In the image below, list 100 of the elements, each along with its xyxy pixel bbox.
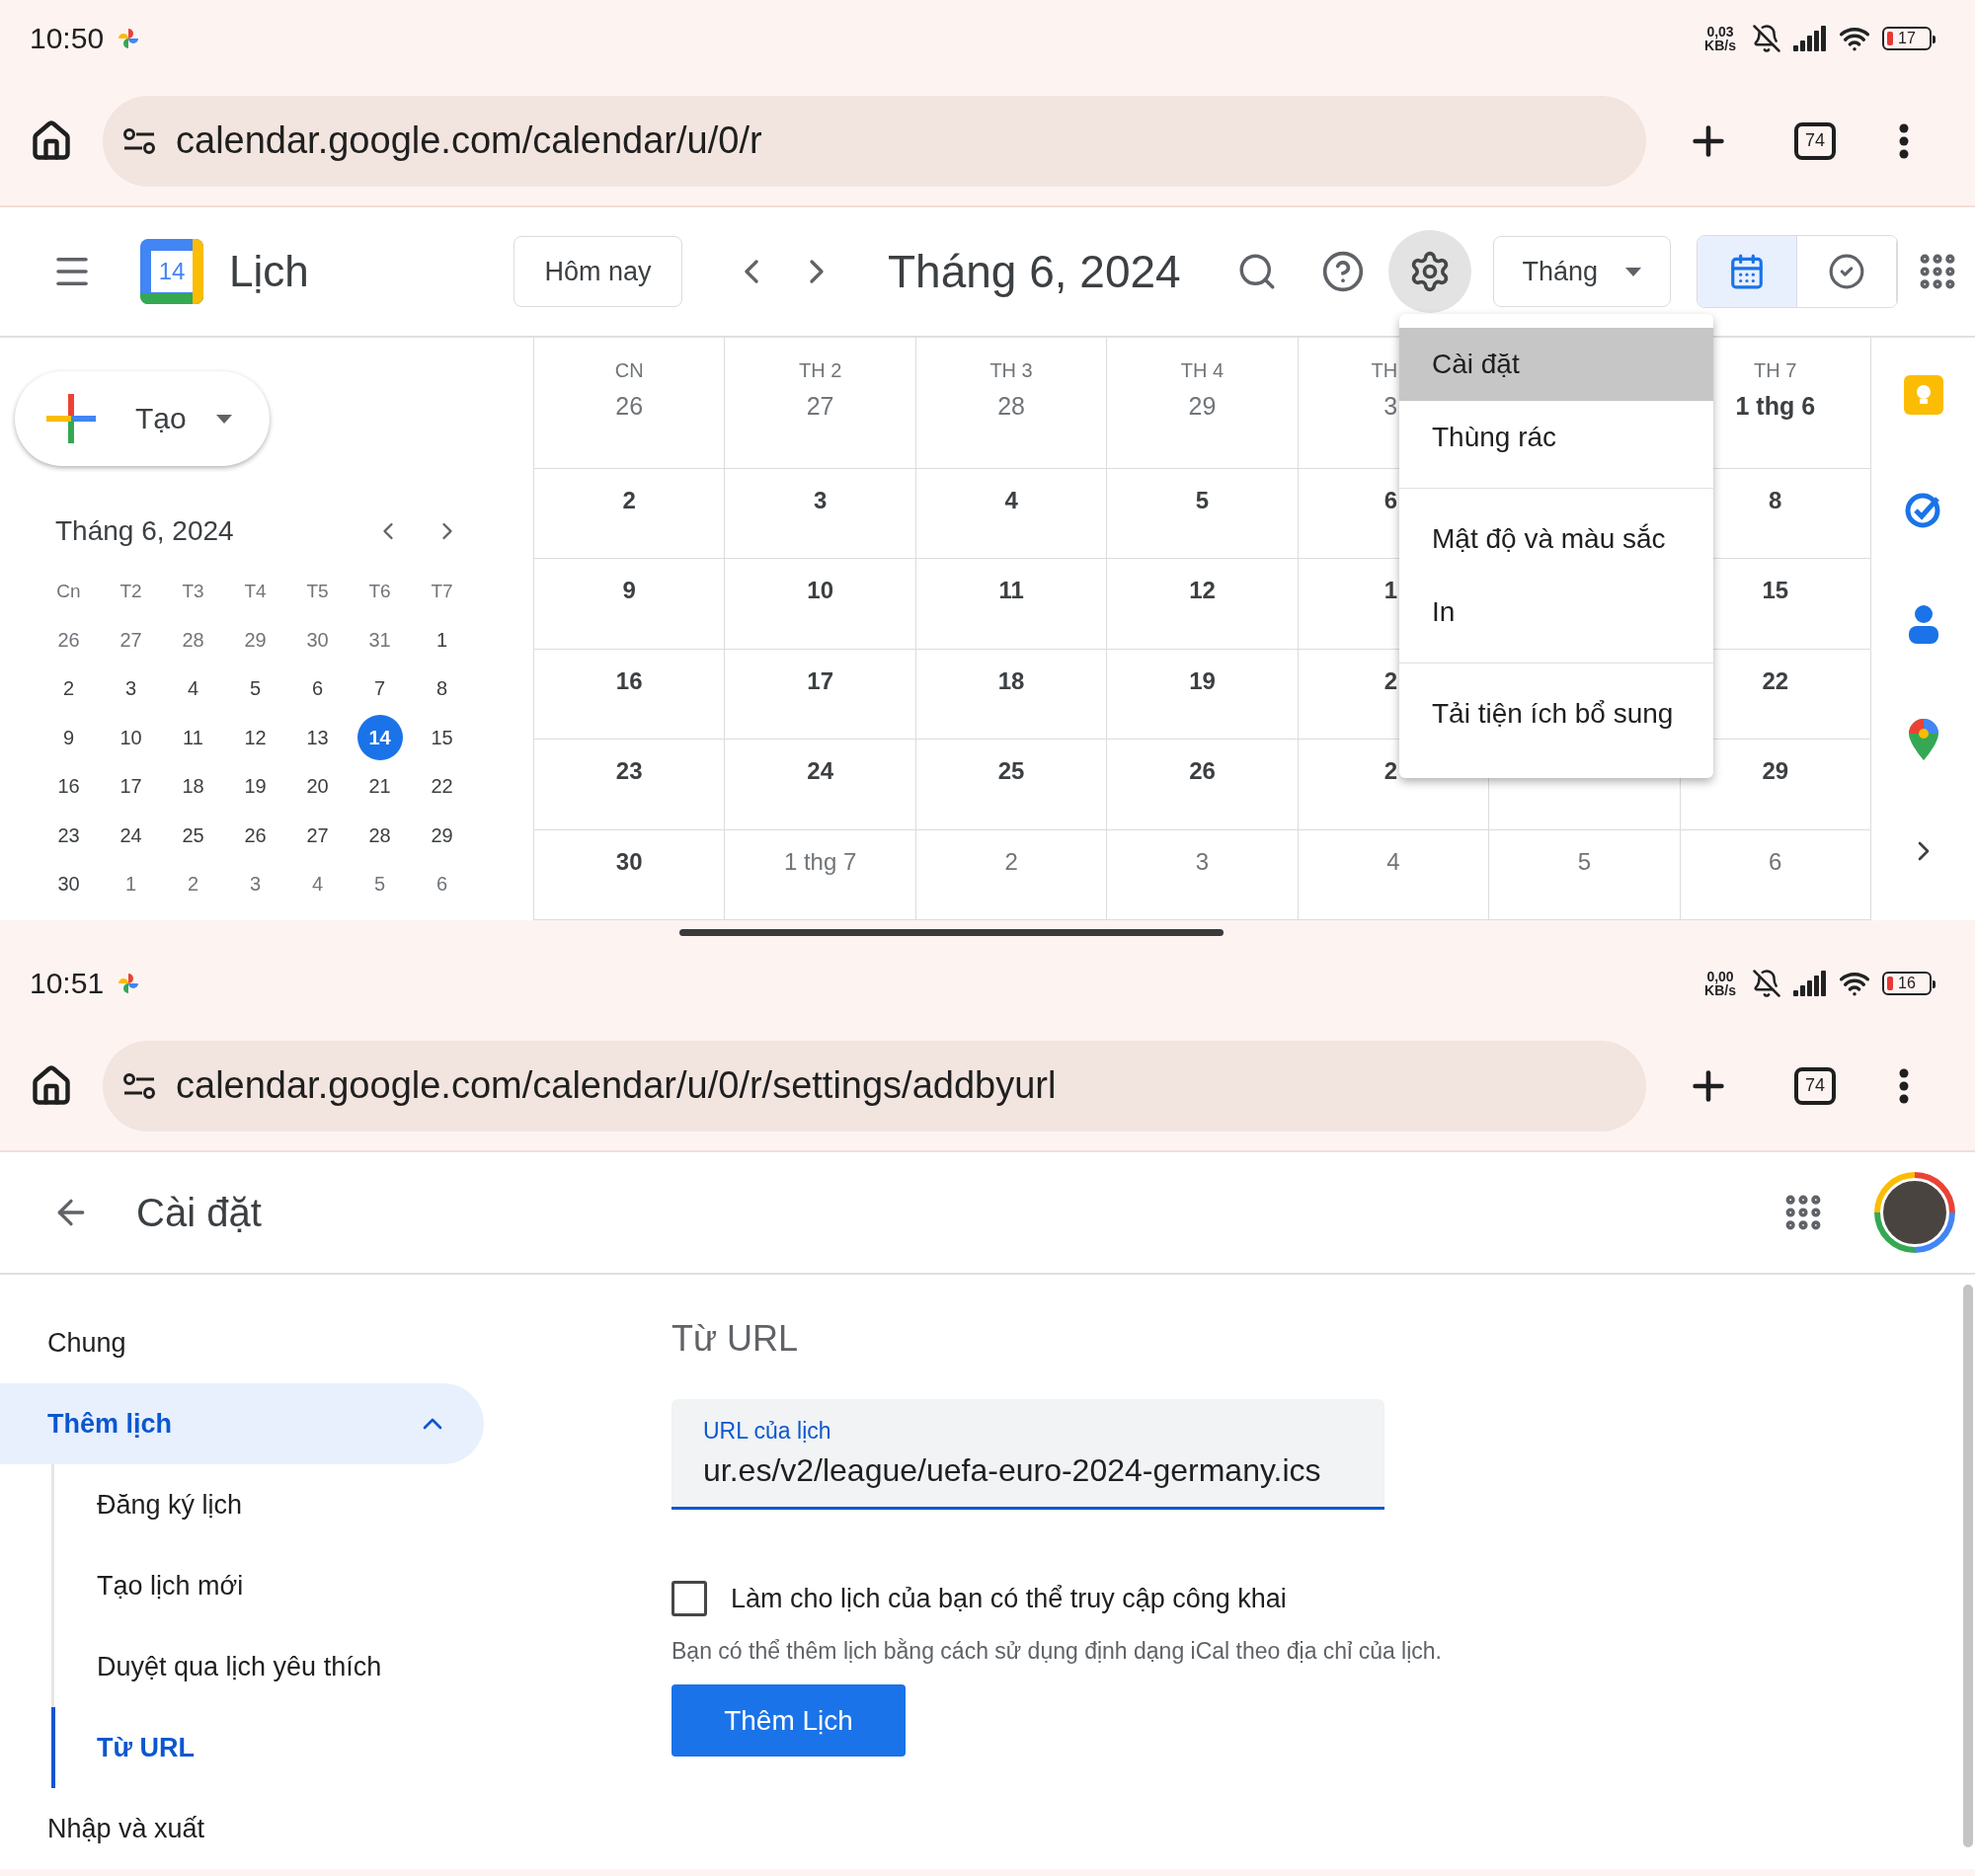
weekday-label: TH 4 — [1180, 359, 1224, 382]
mute-icon — [1752, 23, 1781, 53]
more-menu-button[interactable] — [1899, 122, 1909, 159]
sidebar-subitem[interactable]: Đăng ký lịch — [51, 1464, 484, 1545]
sidebar-item[interactable]: Nhập và xuất — [0, 1788, 484, 1869]
mini-calendar-day[interactable]: 1 — [419, 617, 465, 664]
day-number: 4 — [1004, 487, 1018, 514]
create-button[interactable]: Tạo — [15, 371, 270, 466]
menu-item[interactable]: Cài đặt — [1399, 328, 1713, 401]
check-circle-icon — [1827, 253, 1865, 290]
tab-count-button[interactable]: 74 — [1794, 121, 1836, 160]
mini-calendar-day[interactable]: 5 — [232, 665, 278, 712]
view-dropdown[interactable]: Tháng — [1492, 236, 1671, 307]
menu-item[interactable]: Thùng rác — [1399, 401, 1713, 474]
mini-calendar-day[interactable]: 10 — [108, 715, 154, 761]
day-number: 12 — [1189, 577, 1216, 605]
mini-calendar-day[interactable]: 5 — [356, 861, 403, 907]
calendar-view-toggle[interactable] — [1697, 236, 1797, 307]
home-button[interactable] — [30, 1063, 73, 1108]
mini-calendar-day[interactable]: 3 — [232, 861, 278, 907]
mini-calendar-day[interactable]: 8 — [419, 665, 465, 712]
mini-calendar-day[interactable]: 15 — [419, 715, 465, 761]
mini-calendar-day[interactable]: 20 — [294, 763, 341, 810]
mini-calendar-day[interactable]: 6 — [294, 665, 341, 712]
day-number: 26 — [615, 392, 644, 421]
weekday-label: Cn — [56, 580, 81, 602]
day-number: 3 — [1195, 847, 1210, 876]
mini-calendar-day[interactable]: 26 — [232, 813, 278, 859]
map-pin-icon[interactable] — [1908, 719, 1938, 760]
mini-calendar-day[interactable]: 18 — [170, 763, 216, 810]
weekday-label: CN — [614, 359, 644, 382]
weekday-label: TH 2 — [798, 359, 842, 382]
weekday-label: TH 3 — [989, 359, 1033, 382]
mini-calendar-day[interactable]: 4 — [294, 861, 341, 907]
weekday-label: T6 — [368, 580, 391, 602]
home-button[interactable] — [30, 118, 73, 163]
mini-calendar-day[interactable]: 2 — [45, 665, 92, 712]
mini-calendar-day[interactable]: 27 — [294, 813, 341, 859]
mini-calendar-day[interactable]: 13 — [294, 715, 341, 761]
mini-calendar-day[interactable]: 26 — [45, 617, 92, 664]
mini-calendar-day[interactable]: 30 — [45, 861, 92, 907]
caret-icon — [1624, 267, 1641, 276]
mini-calendar-day[interactable]: 12 — [232, 715, 278, 761]
address-bar[interactable]: calendar.google.com/calendar/u/0/r — [103, 95, 1646, 187]
mini-calendar-day[interactable]: 4 — [170, 665, 216, 712]
sidebar-subitem[interactable]: Từ URL — [51, 1707, 484, 1788]
mini-calendar-day[interactable]: 21 — [356, 763, 403, 810]
sidebar-subitem[interactable]: Duyệt qua lịch yêu thích — [51, 1626, 484, 1707]
day-number: 1 thg 6 — [1735, 392, 1816, 421]
day-number: 19 — [1189, 666, 1216, 695]
url-field[interactable]: URL của lịch ur.es/v2/league/uefa-euro-2024-germany.ics — [672, 1399, 1384, 1510]
menu-item[interactable]: Mật độ và màu sắc — [1399, 503, 1713, 576]
mini-calendar-day[interactable]: 1 — [108, 861, 154, 907]
add-calendar-button[interactable]: Thêm Lịch — [672, 1684, 906, 1757]
menu-item[interactable]: Tải tiện ích bổ sung — [1399, 677, 1713, 750]
mini-calendar-day[interactable]: 23 — [45, 813, 92, 859]
day-number: 3 — [813, 487, 828, 514]
menu-item[interactable]: In — [1399, 576, 1713, 649]
mini-calendar-day[interactable]: 30 — [294, 617, 341, 664]
scrollbar[interactable] — [1963, 1285, 1973, 1847]
mini-calendar-day[interactable]: 7 — [356, 665, 403, 712]
mini-calendar-day[interactable]: 9 — [45, 715, 92, 761]
mini-calendar-day[interactable]: 22 — [419, 763, 465, 810]
person-icon[interactable] — [1906, 604, 1940, 644]
mini-calendar-day[interactable]: 28 — [356, 813, 403, 859]
network-speed: 0,00 KB/s — [1703, 969, 1737, 997]
site-settings-icon — [122, 126, 156, 155]
mini-calendar-day[interactable]: 19 — [232, 763, 278, 810]
day-number: 30 — [615, 847, 643, 876]
sidebar-item[interactable]: Chung — [0, 1302, 484, 1383]
more-menu-button[interactable] — [1899, 1067, 1909, 1104]
sidebar-item[interactable]: Thêm lịch — [0, 1383, 484, 1464]
day-number: 3 — [1383, 392, 1398, 421]
mini-calendar-day[interactable]: 6 — [419, 861, 465, 907]
mini-calendar-day[interactable]: 25 — [170, 813, 216, 859]
mini-calendar-day[interactable]: 17 — [108, 763, 154, 810]
address-bar[interactable]: calendar.google.com/calendar/u/0/r/settings/addbyurl — [103, 1040, 1646, 1132]
sidebar-subitem[interactable]: Tạo lịch mới — [51, 1545, 484, 1626]
mini-calendar-day[interactable]: 16 — [45, 763, 92, 810]
checkbox[interactable] — [672, 1581, 707, 1616]
mini-calendar-day[interactable]: 2 — [170, 861, 216, 907]
weekday-label: T5 — [306, 580, 329, 602]
help-button[interactable] — [1320, 250, 1365, 293]
calendar-logo: 14 — [140, 239, 203, 304]
mini-calendar-day[interactable]: 14 — [356, 715, 403, 761]
mini-calendar-day[interactable]: 28 — [170, 617, 216, 664]
mini-calendar-day[interactable]: 31 — [356, 617, 403, 664]
mini-calendar-day[interactable]: 3 — [108, 665, 154, 712]
url-text: calendar.google.com/calendar/u/0/r/settings/addbyurl — [176, 1064, 1057, 1107]
mini-calendar-day[interactable]: 24 — [108, 813, 154, 859]
signal-icon — [1793, 970, 1827, 996]
today-button[interactable]: Hôm nay — [514, 236, 682, 307]
plus-icon — [46, 394, 96, 443]
mini-calendar-day[interactable]: 27 — [108, 617, 154, 664]
day-number: 28 — [997, 392, 1025, 421]
day-number: 1 thg 7 — [783, 847, 857, 876]
mini-calendar-day[interactable]: 29 — [419, 813, 465, 859]
mini-calendar-day[interactable]: 29 — [232, 617, 278, 664]
mini-calendar-day[interactable]: 11 — [170, 715, 216, 761]
tab-count-button[interactable]: 74 — [1794, 1066, 1836, 1105]
